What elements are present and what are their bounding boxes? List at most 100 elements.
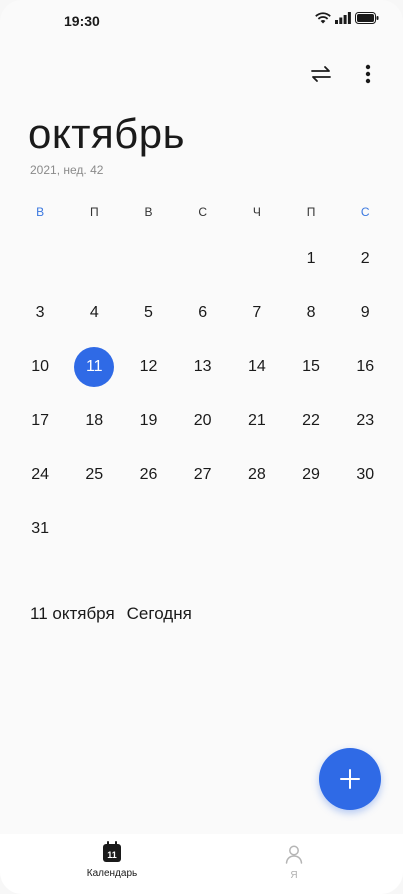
day-number: 12: [139, 358, 158, 375]
month-title: октябрь: [28, 110, 185, 157]
weekday-label: Ч: [252, 205, 261, 219]
empty-day-cell: [284, 502, 338, 556]
battery-icon: [355, 12, 379, 24]
day-cell[interactable]: 29: [284, 448, 338, 502]
empty-day-cell: [338, 502, 392, 556]
day-cell[interactable]: 21: [230, 394, 284, 448]
calendar-screen: 19:30 октябрь 2021, нед. 42 В П В С Ч П …: [0, 0, 403, 894]
day-number: 24: [31, 466, 49, 483]
day-number: 10: [31, 358, 49, 375]
week-row: 3 4 5 6 7 8 9: [13, 286, 393, 340]
day-cell[interactable]: 4: [67, 286, 121, 340]
day-cell-today[interactable]: 11: [67, 340, 121, 394]
day-number: 28: [247, 466, 266, 483]
weekday-label: П: [306, 205, 316, 219]
day-cell[interactable]: 3: [13, 286, 67, 340]
day-cell[interactable]: 15: [284, 340, 338, 394]
wifi-icon: [315, 12, 331, 24]
day-number: 2: [360, 250, 370, 267]
selected-day-summary: 11 октября Сегодня: [30, 604, 192, 624]
day-number: 15: [302, 358, 320, 375]
day-cell[interactable]: 20: [176, 394, 230, 448]
day-number: 30: [356, 466, 375, 483]
nav-calendar-label: Календарь: [86, 868, 138, 879]
nav-me[interactable]: Я: [244, 844, 344, 881]
day-cell[interactable]: 13: [176, 340, 230, 394]
day-cell[interactable]: 25: [67, 448, 121, 502]
empty-day-cell: [67, 232, 121, 286]
day-cell[interactable]: 17: [13, 394, 67, 448]
selected-date: 11 октября: [30, 604, 115, 623]
empty-day-cell: [176, 232, 230, 286]
day-cell[interactable]: 16: [338, 340, 392, 394]
today-label: Сегодня: [126, 604, 192, 623]
day-cell[interactable]: 24: [13, 448, 67, 502]
year-week-subtitle: 2021, нед. 42: [30, 163, 104, 177]
empty-day-cell: [230, 502, 284, 556]
day-cell[interactable]: 23: [338, 394, 392, 448]
day-cell[interactable]: 14: [230, 340, 284, 394]
weekday-label: В: [36, 205, 45, 219]
signal-icon: [335, 12, 351, 24]
weekday-label: В: [144, 205, 153, 219]
weekday-label: С: [198, 205, 207, 219]
day-cell[interactable]: 30: [338, 448, 392, 502]
day-cell[interactable]: 7: [230, 286, 284, 340]
day-cell[interactable]: 26: [121, 448, 175, 502]
weekday-header: В П В С Ч П С: [13, 205, 393, 219]
empty-day-cell: [67, 502, 121, 556]
day-number: 26: [139, 466, 158, 483]
day-number: 22: [302, 412, 320, 429]
day-number: 18: [85, 412, 104, 429]
more-options-button[interactable]: [354, 60, 382, 88]
day-cell[interactable]: 8: [284, 286, 338, 340]
status-icons: [315, 12, 379, 24]
day-cell[interactable]: 9: [338, 286, 392, 340]
week-row: 31: [13, 502, 393, 556]
plus-icon: [340, 769, 360, 789]
calendar-icon-day: 11: [107, 850, 117, 860]
day-cell[interactable]: 12: [121, 340, 175, 394]
nav-me-label: Я: [290, 870, 298, 881]
nav-calendar[interactable]: 11 Календарь: [62, 841, 162, 879]
day-cell[interactable]: 31: [13, 502, 67, 556]
day-number: 7: [252, 304, 262, 321]
day-cell[interactable]: 28: [230, 448, 284, 502]
day-number: 21: [247, 412, 266, 429]
day-cell[interactable]: 1: [284, 232, 338, 286]
day-cell[interactable]: 10: [13, 340, 67, 394]
day-number: 25: [85, 466, 104, 483]
day-cell[interactable]: 19: [121, 394, 175, 448]
day-number: 5: [144, 304, 153, 321]
week-row: 17 18 19 20 21 22 23: [13, 394, 393, 448]
day-cell[interactable]: 22: [284, 394, 338, 448]
day-cell[interactable]: 2: [338, 232, 392, 286]
bottom-navigation: 11 Календарь Я: [0, 834, 403, 894]
status-time: 19:30: [64, 13, 100, 29]
day-cell[interactable]: 5: [121, 286, 175, 340]
day-number: 4: [89, 304, 99, 321]
empty-day-cell: [230, 232, 284, 286]
day-cell[interactable]: 27: [176, 448, 230, 502]
empty-day-cell: [13, 232, 67, 286]
day-number: 27: [193, 466, 212, 483]
day-cell[interactable]: 6: [176, 286, 230, 340]
week-row: 10 11 12 13 14 15 16: [13, 340, 393, 394]
add-event-button[interactable]: [319, 748, 381, 810]
day-number: 31: [31, 520, 49, 537]
day-number: 11: [85, 358, 103, 375]
day-number: 3: [35, 304, 45, 321]
day-number: 19: [139, 412, 158, 429]
week-row: 12: [13, 232, 393, 286]
person-icon: [285, 845, 303, 864]
empty-day-cell: [121, 232, 175, 286]
month-grid: 1 2 3 4 5 6 7 8 9 10 11 12 13 14 15 16 17 18 19 20 21 22 23 24 2…: [13, 232, 393, 556]
day-number: 29: [302, 466, 320, 483]
day-number: 8: [306, 304, 316, 321]
day-number: 1: [306, 250, 316, 267]
day-number: 13: [193, 358, 212, 375]
switch-view-button[interactable]: [307, 60, 335, 88]
day-number: 6: [198, 304, 208, 321]
day-cell[interactable]: 18: [67, 394, 121, 448]
empty-day-cell: [176, 502, 230, 556]
